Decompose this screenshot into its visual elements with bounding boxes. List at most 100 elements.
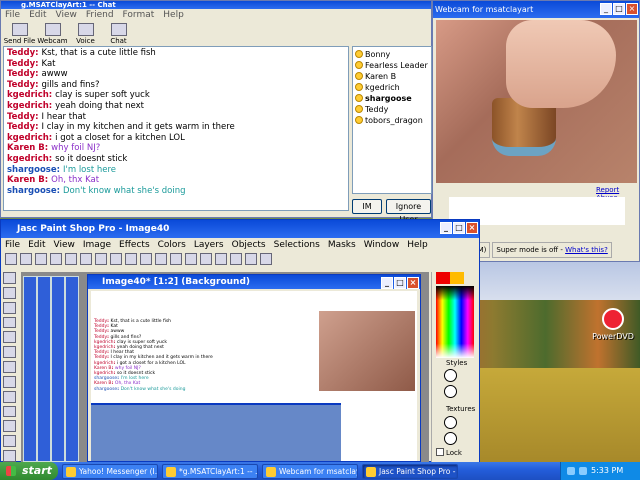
- toolbar-tool-icon[interactable]: [65, 253, 77, 265]
- powerdvd-shortcut[interactable]: PowerDVD: [590, 308, 636, 341]
- toolbar-tool-icon[interactable]: [80, 253, 92, 265]
- toolbar-tool-icon[interactable]: [245, 253, 257, 265]
- paint-tool-icon[interactable]: [3, 435, 16, 448]
- psp-menu-item[interactable]: View: [54, 240, 75, 250]
- paint-tool-icon[interactable]: [3, 450, 16, 462]
- toolbar-tool-icon[interactable]: [35, 253, 47, 265]
- paint-tool-icon[interactable]: [3, 420, 16, 433]
- menu-friend[interactable]: Friend: [86, 10, 114, 20]
- whats-this-link[interactable]: What's this?: [565, 246, 608, 254]
- psp-menu-item[interactable]: Objects: [232, 240, 266, 250]
- task-paint-shop-pro[interactable]: Jasc Paint Shop Pro - ...: [362, 463, 458, 479]
- psp-menu-item[interactable]: Layers: [194, 240, 224, 250]
- toolbar-tool-icon[interactable]: [155, 253, 167, 265]
- paint-tool-icon[interactable]: [3, 405, 16, 418]
- user-list-item[interactable]: Karen B: [355, 71, 431, 82]
- psp-menu-item[interactable]: Image: [83, 240, 111, 250]
- paint-tool-icon[interactable]: [3, 331, 16, 344]
- menu-file[interactable]: File: [5, 10, 20, 20]
- image-window[interactable]: Image40* [1:2] (Background) _ □ × Teddy: K…: [87, 274, 421, 462]
- paint-tool-icon[interactable]: [3, 316, 16, 329]
- paint-tool-icon[interactable]: [3, 286, 16, 299]
- toolbar-tool-icon[interactable]: [95, 253, 107, 265]
- menu-view[interactable]: View: [56, 10, 77, 20]
- close-icon[interactable]: ×: [626, 3, 638, 15]
- paint-tool-icon[interactable]: [3, 301, 16, 314]
- style-fill-icon[interactable]: [444, 369, 457, 382]
- color-spectrum[interactable]: [436, 286, 474, 358]
- stacked-window[interactable]: [37, 276, 51, 462]
- tray-icon[interactable]: [579, 467, 587, 475]
- start-button[interactable]: start: [0, 462, 58, 480]
- user-list-item[interactable]: kgedrich: [355, 82, 431, 93]
- psp-menu-item[interactable]: Help: [407, 240, 428, 250]
- toolbar-tool-icon[interactable]: [140, 253, 152, 265]
- toolbar-tool-icon[interactable]: [50, 253, 62, 265]
- psp-menu-item[interactable]: Masks: [328, 240, 356, 250]
- lock-checkbox[interactable]: Lock: [436, 448, 462, 457]
- menu-help[interactable]: Help: [163, 10, 184, 20]
- paint-tool-icon[interactable]: [3, 272, 16, 284]
- chat-log[interactable]: Teddy: Kst, that is a cute little fish Te…: [3, 46, 349, 211]
- minimize-icon[interactable]: _: [600, 3, 612, 15]
- texture-stroke-icon[interactable]: [444, 432, 457, 445]
- chat-button[interactable]: Chat: [102, 22, 135, 48]
- maximize-icon[interactable]: □: [613, 3, 625, 15]
- paint-tool-icon[interactable]: [3, 346, 16, 359]
- task-webcam[interactable]: Webcam for msatclay...: [262, 463, 358, 479]
- send-file-button[interactable]: Send File: [3, 22, 36, 48]
- user-list-item[interactable]: Bonny: [355, 49, 431, 60]
- minimize-icon[interactable]: _: [440, 222, 452, 234]
- user-list-item[interactable]: shargoose: [355, 93, 431, 104]
- toolbar-tool-icon[interactable]: [170, 253, 182, 265]
- toolbar-tool-icon[interactable]: [215, 253, 227, 265]
- toolbar-tool-icon[interactable]: [125, 253, 137, 265]
- toolbar-tool-icon[interactable]: [5, 253, 17, 265]
- stacked-window[interactable]: [65, 276, 79, 462]
- toolbar-tool-icon[interactable]: [185, 253, 197, 265]
- toolbar-tool-icon[interactable]: [200, 253, 212, 265]
- chat-titlebar[interactable]: g.MSATClayArt:1 -- Chat: [1, 1, 431, 9]
- user-list-item[interactable]: tobors_dragon: [355, 115, 431, 126]
- stacked-window[interactable]: [51, 276, 65, 462]
- psp-menu-item[interactable]: File: [5, 240, 20, 250]
- toolbar-tool-icon[interactable]: [230, 253, 242, 265]
- minimize-icon[interactable]: _: [381, 277, 393, 289]
- tray-icon[interactable]: [567, 467, 575, 475]
- user-list-item[interactable]: Teddy: [355, 104, 431, 115]
- psp-menu-item[interactable]: Colors: [158, 240, 186, 250]
- toolbar-tool-icon[interactable]: [260, 253, 272, 265]
- webcam-button[interactable]: Webcam: [36, 22, 69, 48]
- toolbar-tool-icon[interactable]: [20, 253, 32, 265]
- close-icon[interactable]: ×: [466, 222, 478, 234]
- paint-tool-icon[interactable]: [3, 375, 16, 388]
- toolbar-tool-icon[interactable]: [110, 253, 122, 265]
- user-list[interactable]: Bonny Fearless Leader Karen B kgedrich sharg…: [352, 46, 432, 194]
- user-list-item[interactable]: Fearless Leader: [355, 60, 431, 71]
- im-button[interactable]: IM: [352, 199, 382, 214]
- stacked-window[interactable]: [23, 276, 37, 462]
- image-canvas[interactable]: Teddy: Kst, that is a cute little fish Te…: [91, 291, 417, 461]
- close-icon[interactable]: ×: [407, 277, 419, 289]
- maximize-icon[interactable]: □: [394, 277, 406, 289]
- color-swatch[interactable]: [436, 272, 464, 284]
- image-titlebar[interactable]: Image40* [1:2] (Background) _ □ ×: [88, 275, 420, 289]
- psp-menu-item[interactable]: Edit: [28, 240, 45, 250]
- task-chat[interactable]: *g.MSATClayArt:1 -- ...: [162, 463, 258, 479]
- paint-tool-icon[interactable]: [3, 361, 16, 373]
- psp-menu-item[interactable]: Effects: [119, 240, 150, 250]
- texture-fill-icon[interactable]: [444, 416, 457, 429]
- psp-menu-item[interactable]: Window: [364, 240, 400, 250]
- maximize-icon[interactable]: □: [453, 222, 465, 234]
- clock[interactable]: 5:33 PM: [591, 462, 623, 480]
- voice-button[interactable]: Voice: [69, 22, 102, 48]
- psp-menu-item[interactable]: Selections: [274, 240, 320, 250]
- menu-format[interactable]: Format: [123, 10, 155, 20]
- ignore-user-button[interactable]: Ignore User: [386, 199, 431, 224]
- paint-tool-icon[interactable]: [3, 390, 16, 403]
- style-stroke-icon[interactable]: [444, 385, 457, 398]
- webcam-titlebar[interactable]: Webcam for msatclayart _ □ ×: [433, 1, 639, 18]
- menu-edit[interactable]: Edit: [29, 10, 46, 20]
- task-yahoo-messenger[interactable]: Yahoo! Messenger (I...: [62, 463, 158, 479]
- psp-titlebar[interactable]: Jasc Paint Shop Pro - Image40 _ □ ×: [1, 220, 479, 238]
